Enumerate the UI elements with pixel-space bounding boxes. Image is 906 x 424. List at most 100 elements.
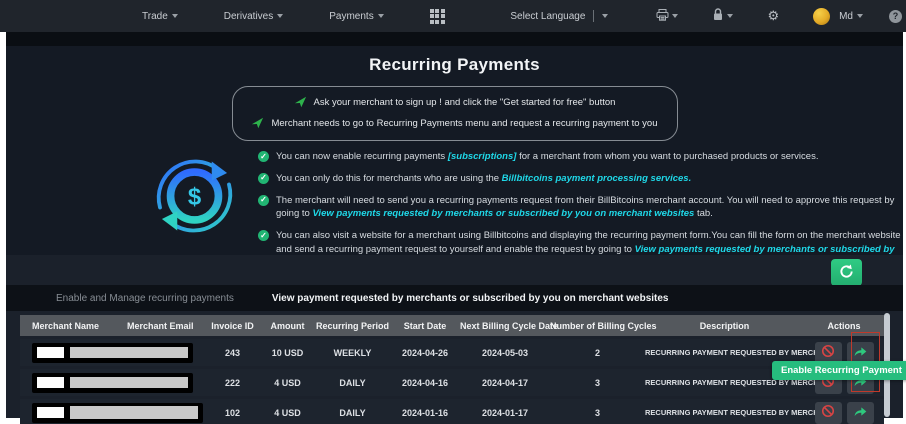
nav-item-derivatives[interactable]: Derivatives: [224, 11, 284, 22]
col-merchant-name: Merchant Name: [32, 320, 100, 331]
cell-start-date: 2024-01-16: [401, 407, 449, 418]
table-header-row: Merchant Name Merchant Email Invoice ID …: [20, 315, 884, 336]
decline-payment-button[interactable]: [814, 401, 842, 424]
cell-invoice-id: 243: [224, 347, 241, 358]
chevron-down-icon: [602, 14, 609, 18]
instruction-line: Ask your merchant to sign up ! and click…: [245, 96, 665, 108]
col-next-billing: Next Billing Cycle Date: [460, 320, 559, 331]
cell-amount: 4 USD: [274, 377, 301, 388]
chevron-down-icon: [277, 14, 284, 18]
table-row: 222 4 USD DAILY 2024-04-16 2024-04-17 3 …: [20, 369, 884, 396]
redacted-merchant-info: [20, 342, 205, 363]
subscriptions-link[interactable]: [subscriptions]: [448, 151, 517, 162]
cell-next-billing: 2024-05-03: [481, 347, 529, 358]
nav-item-payments[interactable]: Payments: [329, 10, 384, 22]
block-icon: [821, 404, 835, 421]
bullet-item: ✓ You can only do this for merchants who…: [258, 172, 903, 186]
avatar: [813, 7, 831, 25]
col-actions: Actions: [827, 320, 861, 331]
cell-actions: [804, 401, 884, 424]
cell-amount: 10 USD: [271, 347, 304, 358]
bullet-item: ✓ You can now enable recurring payments …: [258, 150, 903, 164]
cell-invoice-id: 222: [224, 377, 241, 388]
page-title: Recurring Payments: [369, 55, 540, 74]
action-band: [6, 255, 903, 286]
cell-cycles: 3: [594, 377, 600, 388]
lock-icon: [712, 8, 724, 24]
paper-plane-icon: [294, 96, 307, 108]
nav-item-label: Trade: [142, 10, 168, 22]
check-circle-icon: ✓: [258, 230, 269, 242]
col-invoice-id: Invoice ID: [211, 320, 254, 331]
help-icon[interactable]: ?: [889, 9, 902, 23]
bullet-text: You can only do this for merchants who a…: [276, 172, 692, 184]
bullet-text: The merchant will need to send you a rec…: [276, 194, 895, 220]
main-info-section: Recurring Payments Ask your merchant to …: [6, 46, 903, 269]
check-circle-icon: ✓: [258, 172, 269, 184]
table-row: 102 4 USD DAILY 2024-01-16 2024-01-17 3 …: [20, 399, 884, 424]
cell-cycles: 3: [594, 407, 600, 418]
cell-period: DAILY: [339, 407, 366, 418]
check-circle-icon: ✓: [258, 194, 269, 206]
instruction-box: Ask your merchant to sign up ! and click…: [231, 86, 678, 141]
apps-grid-icon[interactable]: [429, 8, 445, 24]
check-circle-icon: ✓: [258, 151, 269, 162]
nav-right: Select Language ⚙ Md ?: [510, 7, 902, 25]
col-start-date: Start Date: [403, 320, 447, 331]
col-amount: Amount: [270, 320, 305, 331]
bullet-text: You can now enable recurring payments [s…: [276, 151, 819, 162]
gear-icon: ⚙: [767, 8, 780, 23]
forward-arrow-icon: [853, 405, 868, 421]
history-icon: [839, 263, 854, 282]
chevron-down-icon: [857, 14, 863, 18]
view-payments-link[interactable]: View payments requested by merchants or …: [312, 208, 694, 219]
cell-next-billing: 2024-04-17: [481, 377, 529, 388]
cell-cycles: 2: [594, 347, 600, 358]
refresh-history-button[interactable]: [831, 259, 862, 286]
top-band: [6, 32, 903, 46]
user-name: Md: [839, 10, 853, 22]
cell-period: WEEKLY: [333, 347, 372, 358]
screen: Trade Derivatives Payments Select Langua…: [0, 0, 906, 424]
cell-amount: 4 USD: [274, 407, 301, 418]
cell-next-billing: 2024-01-17: [481, 407, 529, 418]
security-menu[interactable]: [712, 8, 734, 24]
page-content: Recurring Payments Ask your merchant to …: [6, 32, 906, 424]
chevron-down-icon: [672, 14, 679, 18]
col-recurring-period: Recurring Period: [315, 320, 389, 331]
instruction-text: Ask your merchant to sign up ! and click…: [313, 96, 616, 108]
cell-start-date: 2024-04-16: [401, 377, 449, 388]
settings-button[interactable]: ⚙: [767, 8, 779, 24]
nav-item-trade[interactable]: Trade: [142, 11, 178, 22]
redacted-merchant-info: [20, 372, 205, 393]
nav-menu: Trade Derivatives Payments: [142, 8, 445, 24]
chevron-down-icon: [171, 14, 178, 18]
nav-item-label: Payments: [329, 10, 374, 22]
user-menu[interactable]: Md: [813, 7, 863, 25]
divider: [593, 10, 595, 22]
top-navbar: Trade Derivatives Payments Select Langua…: [0, 0, 906, 32]
language-selector[interactable]: Select Language: [510, 10, 609, 22]
cell-start-date: 2024-04-26: [401, 347, 449, 358]
printer-icon: [656, 8, 669, 24]
table-section: Merchant Name Merchant Email Invoice ID …: [6, 311, 903, 424]
table-row: 243 10 USD WEEKLY 2024-04-26 2024-05-03 …: [20, 339, 884, 366]
printer-menu[interactable]: [656, 8, 679, 24]
cell-description: RECURRING PAYMENT REQUESTED BY MERCHANT: [645, 348, 835, 357]
enable-payment-button[interactable]: [846, 401, 874, 424]
language-label: Select Language: [510, 10, 586, 22]
chevron-down-icon: [377, 14, 384, 18]
col-description: Description: [699, 320, 750, 331]
tab-view-requested[interactable]: View payment requested by merchants or s…: [272, 293, 669, 304]
forward-arrow-icon: [853, 345, 868, 361]
svg-text:$: $: [188, 184, 201, 211]
tab-enable-manage[interactable]: Enable and Manage recurring payments: [56, 293, 234, 304]
payments-table: Merchant Name Merchant Email Invoice ID …: [20, 315, 884, 424]
tab-bar: Enable and Manage recurring payments Vie…: [6, 285, 903, 311]
redacted-merchant-info: [20, 402, 205, 423]
col-billing-cycles: Number of Billing Cycles: [550, 320, 657, 331]
billbitcoins-services-link[interactable]: Billbitcoins payment processing services…: [502, 173, 692, 184]
paper-plane-icon: [251, 117, 264, 129]
chevron-down-icon: [727, 14, 734, 18]
recurring-payment-icon: $: [147, 150, 242, 242]
